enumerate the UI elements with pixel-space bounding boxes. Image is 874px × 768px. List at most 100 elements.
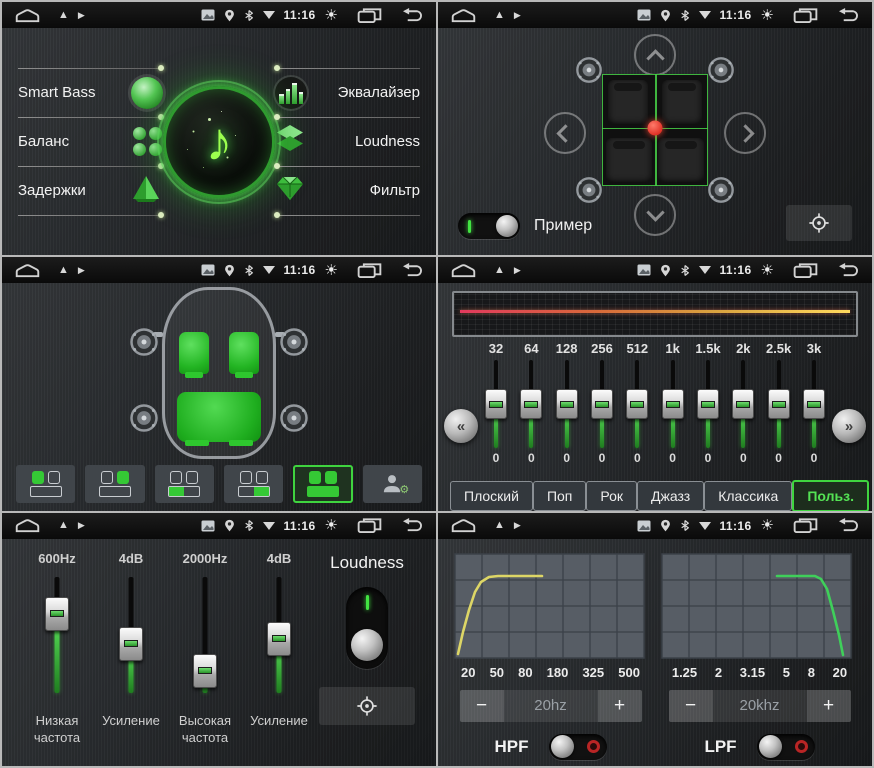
speaker-rear-left-icon [129, 403, 159, 433]
panel-equalizer: ▲ ▶ 11:16 ☀ 32 0 [438, 257, 872, 510]
divider [275, 215, 420, 216]
menu-item-delays[interactable]: Задержки [18, 168, 163, 214]
hpf-ticks: 205080180325500 [454, 665, 647, 680]
balance-position-dot[interactable] [648, 120, 663, 135]
fader-up-button[interactable] [634, 34, 676, 76]
eq-preset-classic[interactable]: Классика [704, 481, 792, 511]
hpf-toggle[interactable] [549, 734, 607, 760]
home-icon[interactable] [14, 8, 41, 23]
eq-band-value: 0 [563, 451, 570, 466]
clock: 11:16 [720, 519, 752, 533]
freq-tick: 8 [808, 665, 815, 680]
back-icon[interactable] [399, 517, 424, 534]
slider-knob[interactable] [768, 389, 790, 419]
car-seat-rear-bench[interactable] [177, 392, 261, 442]
balance-right-button[interactable] [724, 112, 766, 154]
car-seat-front-right[interactable] [229, 332, 259, 374]
home-icon[interactable] [14, 263, 41, 278]
low-gain-slider[interactable] [118, 577, 144, 701]
seat-preset-front-right[interactable] [85, 465, 144, 503]
freq-tick: 2 [715, 665, 722, 680]
music-orb: ♪ [163, 86, 275, 198]
slider-knob[interactable] [591, 389, 613, 419]
toggle-knob [496, 215, 518, 237]
eq-band-slider[interactable] [695, 358, 721, 450]
reset-center-button[interactable] [786, 205, 852, 241]
high-gain-slider[interactable] [266, 577, 292, 701]
fader-down-button[interactable] [634, 194, 676, 236]
recents-icon[interactable] [793, 7, 818, 24]
back-icon[interactable] [399, 7, 424, 24]
eq-band-slider[interactable] [801, 358, 827, 450]
play-indicator-icon: ▶ [514, 266, 521, 275]
menu-item-equalizer[interactable]: Эквалайзер [275, 70, 420, 116]
recents-icon[interactable] [357, 517, 382, 534]
back-icon[interactable] [835, 262, 860, 279]
lpf-plus-button[interactable]: + [807, 690, 851, 722]
eq-band: 32 0 [482, 341, 510, 466]
back-icon[interactable] [399, 262, 424, 279]
slider-knob[interactable] [485, 389, 507, 419]
back-icon[interactable] [835, 517, 860, 534]
menu-item-filter[interactable]: Фильтр [275, 168, 420, 214]
slider-knob[interactable] [626, 389, 648, 419]
eq-band-slider[interactable] [660, 358, 686, 450]
balance-left-button[interactable] [544, 112, 586, 154]
home-icon[interactable] [14, 518, 41, 533]
wifi-icon [699, 522, 711, 530]
loudness-toggle[interactable] [346, 587, 388, 669]
slider-knob[interactable] [803, 389, 825, 419]
slider-knob[interactable] [193, 654, 217, 688]
eq-preset-custom[interactable]: Польз. [792, 480, 869, 511]
eq-band-slider[interactable] [518, 358, 544, 450]
back-icon[interactable] [835, 7, 860, 24]
eq-preset-pop[interactable]: Поп [533, 481, 586, 511]
eq-preset-jazz[interactable]: Джазз [637, 481, 704, 511]
lpf-toggle[interactable] [757, 734, 815, 760]
recents-icon[interactable] [357, 7, 382, 24]
home-icon[interactable] [450, 263, 477, 278]
car-seat-front-left[interactable] [179, 332, 209, 374]
slider-knob[interactable] [732, 389, 754, 419]
eq-band-slider[interactable] [589, 358, 615, 450]
high-freq-slider[interactable] [192, 577, 218, 701]
menu-item-smart-bass[interactable]: Smart Bass [18, 70, 163, 116]
menu-item-loudness[interactable]: Loudness [275, 119, 420, 165]
reset-button[interactable] [319, 687, 415, 725]
home-icon[interactable] [450, 8, 477, 23]
slider-knob[interactable] [267, 622, 291, 656]
slider-knob[interactable] [45, 597, 69, 631]
slider-knob[interactable] [697, 389, 719, 419]
divider [275, 68, 420, 69]
recents-icon[interactable] [793, 262, 818, 279]
slider-knob[interactable] [520, 389, 542, 419]
eq-band-slider[interactable] [624, 358, 650, 450]
recents-icon[interactable] [793, 517, 818, 534]
eq-band-slider[interactable] [554, 358, 580, 450]
hpf-plus-button[interactable]: + [598, 690, 642, 722]
low-freq-slider[interactable] [44, 577, 70, 701]
recents-icon[interactable] [357, 262, 382, 279]
seat-preset-rear-right[interactable] [224, 465, 283, 503]
demo-toggle[interactable] [458, 213, 520, 239]
eq-band-slider[interactable] [766, 358, 792, 450]
seat-preset-rear-left[interactable] [155, 465, 214, 503]
eq-band-slider[interactable] [483, 358, 509, 450]
menu-label: Эквалайзер [338, 84, 420, 101]
clock: 11:16 [720, 8, 752, 22]
eq-preset-flat[interactable]: Плоский [450, 481, 533, 511]
home-icon[interactable] [450, 518, 477, 533]
lpf-minus-button[interactable]: − [669, 690, 713, 722]
slider-knob[interactable] [662, 389, 684, 419]
hpf-minus-button[interactable]: − [460, 690, 504, 722]
slider-knob[interactable] [119, 627, 143, 661]
eq-band-slider[interactable] [730, 358, 756, 450]
menu-item-balance[interactable]: Баланс [18, 119, 163, 165]
slider-knob[interactable] [556, 389, 578, 419]
seat-preset-all[interactable] [293, 465, 352, 503]
eq-preset-rock[interactable]: Рок [586, 481, 637, 511]
speaker-front-right-icon [279, 327, 309, 357]
seat-preset-custom[interactable]: ⚙ [363, 465, 422, 503]
spectrum-curve [460, 310, 850, 313]
seat-preset-front-left[interactable] [16, 465, 75, 503]
